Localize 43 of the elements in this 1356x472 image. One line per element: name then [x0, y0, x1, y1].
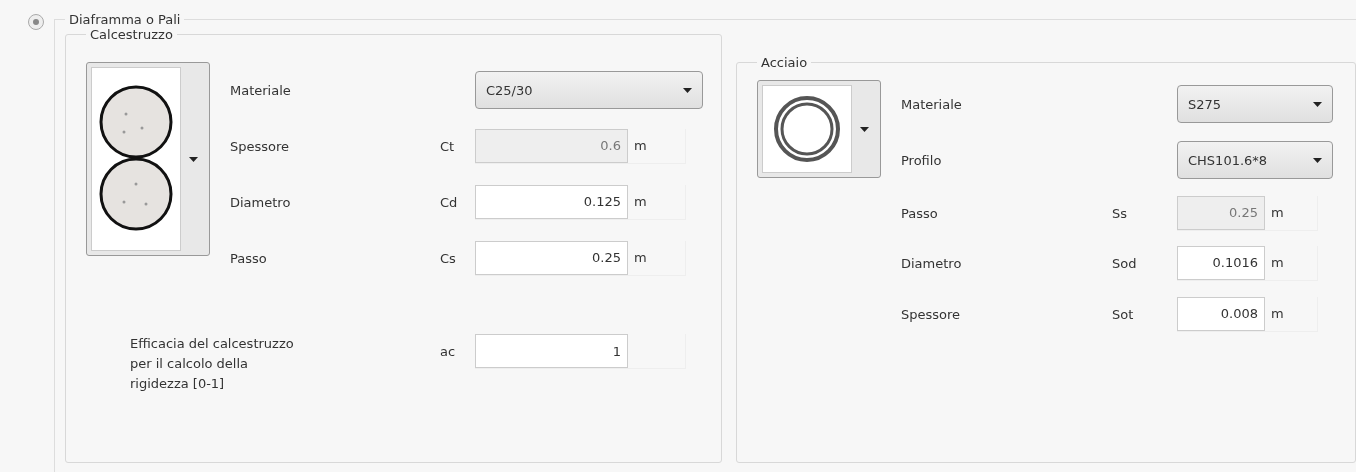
- symbol-label: Ct: [440, 138, 456, 154]
- field-label: Spessore: [230, 138, 291, 154]
- radio-button[interactable]: [28, 14, 44, 30]
- field-label: Diametro: [901, 255, 963, 271]
- caret-icon: [859, 126, 869, 132]
- field-label: Passo: [901, 205, 939, 221]
- caret-icon: [683, 87, 692, 93]
- field-label: Diametro: [230, 194, 292, 210]
- efficacy-label: Efficacia del calcestruzzo per il calcolo della rigidezza [0-1]: [130, 335, 295, 394]
- tube-section-drawing: [772, 94, 842, 164]
- symbol-label: Cd: [440, 194, 459, 210]
- unit-label: m: [1271, 306, 1284, 321]
- group-title: Diaframma o Pali: [68, 12, 182, 27]
- field-label: Profilo: [901, 152, 943, 168]
- caret-icon: [1313, 157, 1322, 163]
- section-picker[interactable]: [86, 62, 210, 256]
- input-field[interactable]: 0.1016: [1177, 245, 1265, 280]
- unit-label: m: [634, 250, 647, 265]
- field-label: Materiale: [230, 82, 292, 98]
- dropdown[interactable]: CHS101.6*8: [1177, 141, 1333, 179]
- caret-icon: [1313, 101, 1322, 107]
- group-title: Calcestruzzo: [89, 27, 174, 42]
- input-field[interactable]: 0.125: [475, 184, 628, 219]
- field-label: Materiale: [901, 96, 963, 112]
- dropdown[interactable]: C25/30: [475, 71, 703, 109]
- symbol-label: Sot: [1112, 306, 1135, 322]
- field-label: Passo: [230, 250, 268, 266]
- caret-icon: [188, 156, 198, 162]
- unit-label: m: [1271, 255, 1284, 270]
- symbol-label: Ss: [1112, 205, 1129, 221]
- dropdown[interactable]: S275: [1177, 85, 1333, 123]
- section-picker[interactable]: [757, 80, 881, 178]
- unit-label: m: [1271, 205, 1284, 220]
- unit-label: m: [634, 194, 647, 209]
- input-field[interactable]: 1: [475, 334, 628, 368]
- group-title: Acciaio: [760, 55, 809, 70]
- symbol-label: Cs: [440, 250, 457, 266]
- symbol-label: Sod: [1112, 255, 1138, 271]
- field-label: Spessore: [901, 306, 962, 322]
- input-field[interactable]: 0.008: [1177, 296, 1265, 331]
- symbol-label: ac: [440, 343, 457, 359]
- input-field[interactable]: 0.25: [475, 240, 628, 275]
- unit-label: m: [634, 138, 647, 153]
